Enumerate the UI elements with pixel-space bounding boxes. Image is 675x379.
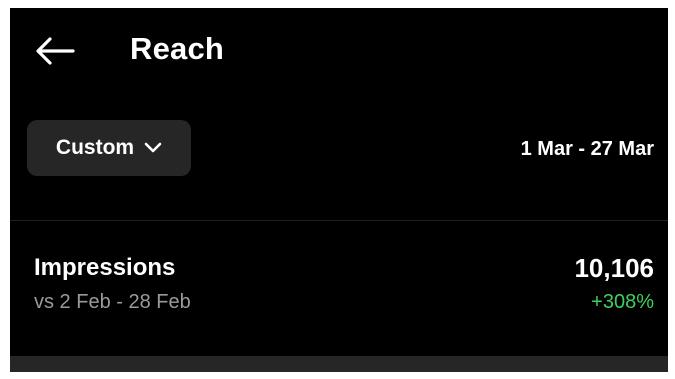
back-button[interactable] [34,30,76,72]
app-screen: Reach Custom 1 Mar - 27 Mar Impressions … [10,8,668,372]
arrow-left-icon [36,37,75,65]
date-filter-label: Custom [55,136,135,159]
next-section-edge [10,356,668,372]
metric-label: Impressions [34,254,176,281]
chevron-down-icon [144,142,162,154]
divider [10,220,668,221]
header: Reach [10,8,668,88]
impressions-row[interactable]: Impressions vs 2 Feb - 28 Feb 10,106 +30… [10,248,668,328]
date-range: 1 Mar - 27 Mar [520,138,654,160]
filter-row: Custom 1 Mar - 27 Mar [10,118,668,182]
metric-value: 10,106 [574,253,654,283]
comparison-period: vs 2 Feb - 28 Feb [34,291,191,313]
percent-change: +308% [591,291,654,313]
date-filter-dropdown[interactable]: Custom [27,120,191,176]
page-title: Reach [130,31,225,66]
